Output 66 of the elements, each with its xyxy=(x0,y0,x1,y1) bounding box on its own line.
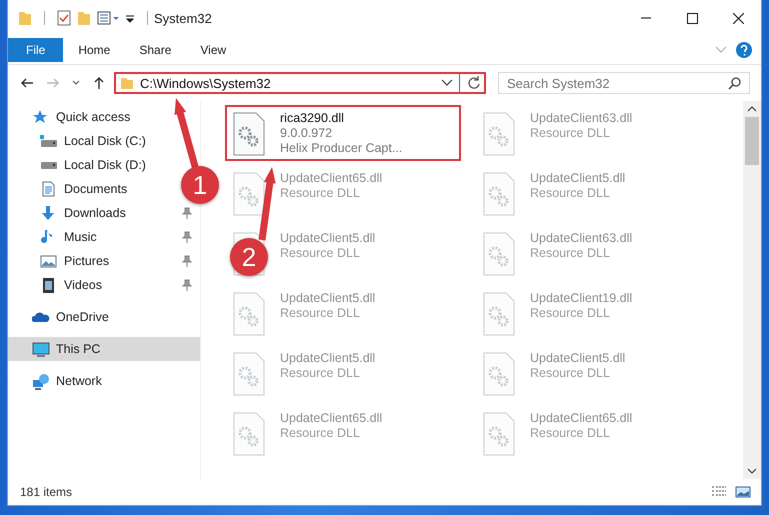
file-detail: Resource DLL xyxy=(530,126,611,140)
navigation-item[interactable]: Quick access xyxy=(32,105,130,129)
picture-icon xyxy=(40,252,58,270)
properties-icon[interactable] xyxy=(97,10,119,26)
ribbon-tab[interactable]: View xyxy=(186,38,240,62)
navigation-item[interactable]: Network xyxy=(32,369,102,393)
file-detail: Resource DLL xyxy=(280,426,361,440)
monitor-icon xyxy=(32,340,50,358)
scroll-down-icon[interactable] xyxy=(747,467,757,475)
back-arrow-icon[interactable] xyxy=(20,76,34,90)
drive-icon xyxy=(40,135,58,147)
file-detail: Resource DLL xyxy=(280,186,361,200)
file-detail: Resource DLL xyxy=(280,246,361,260)
file-detail: Resource DLL xyxy=(530,366,611,380)
gear-file-icon xyxy=(481,111,517,157)
gear-file-icon xyxy=(231,291,267,337)
search-field[interactable]: Search System32 xyxy=(498,72,750,94)
file-detail: Resource DLL xyxy=(530,246,611,260)
maximize-icon xyxy=(686,12,698,24)
navigation-item[interactable]: OneDrive xyxy=(32,305,109,329)
navigation-item[interactable]: Music xyxy=(40,225,97,249)
minimize-icon xyxy=(641,17,651,19)
file-detail: Resource DLL xyxy=(530,426,611,440)
large-icons-view-icon[interactable] xyxy=(735,485,751,499)
navigation-item[interactable]: Local Disk (D:) xyxy=(40,153,146,177)
checklist-icon[interactable] xyxy=(57,10,71,26)
gear-file-icon xyxy=(481,411,517,457)
gear-file-icon xyxy=(231,411,267,457)
scrollbar-thumb[interactable] xyxy=(745,117,759,165)
drive-icon xyxy=(40,162,58,168)
navigation-item[interactable]: This PC xyxy=(32,337,100,361)
help-icon[interactable] xyxy=(735,41,753,59)
gear-file-icon xyxy=(481,231,517,277)
gear-file-icon xyxy=(481,171,517,217)
search-icon[interactable] xyxy=(728,76,742,90)
network-icon xyxy=(32,372,50,390)
file-detail: Resource DLL xyxy=(280,366,361,380)
close-icon xyxy=(732,12,744,24)
folder-icon xyxy=(120,76,134,90)
ribbon-tab[interactable]: File xyxy=(8,38,64,62)
ribbon-tab[interactable]: Share xyxy=(125,38,186,62)
navigation-item[interactable]: Pictures xyxy=(40,249,110,273)
dropdown-icon[interactable] xyxy=(441,78,453,88)
navigation-item[interactable]: Local Disk (C:) xyxy=(40,129,146,153)
gear-file-icon xyxy=(481,351,517,397)
gear-file-icon xyxy=(231,111,267,157)
refresh-icon[interactable] xyxy=(466,75,482,91)
file-name[interactable]: rica3290.dll xyxy=(280,111,402,125)
ribbon-tab[interactable]: Home xyxy=(64,38,124,62)
scrollbar[interactable] xyxy=(743,101,761,479)
window-title: System32 xyxy=(154,10,212,26)
item-count: 181 items xyxy=(20,485,72,499)
navigation-item[interactable]: Documents xyxy=(40,177,128,201)
file-detail: Resource DLL xyxy=(530,186,611,200)
up-arrow-icon[interactable] xyxy=(92,76,106,90)
scroll-up-icon[interactable] xyxy=(747,105,757,113)
gear-file-icon xyxy=(231,351,267,397)
gear-file-icon xyxy=(481,291,517,337)
address-bar[interactable]: C:\Windows\System32 xyxy=(114,72,486,94)
navigation-item[interactable]: Videos xyxy=(40,273,102,297)
file-detail: Helix Producer Capt... xyxy=(280,141,402,155)
file-detail: 9.0.0.972 xyxy=(280,126,334,140)
navigation-item[interactable]: Downloads xyxy=(40,201,126,225)
gear-file-icon xyxy=(231,171,267,217)
file-detail: Resource DLL xyxy=(280,306,361,320)
file-detail: Resource DLL xyxy=(530,306,611,320)
